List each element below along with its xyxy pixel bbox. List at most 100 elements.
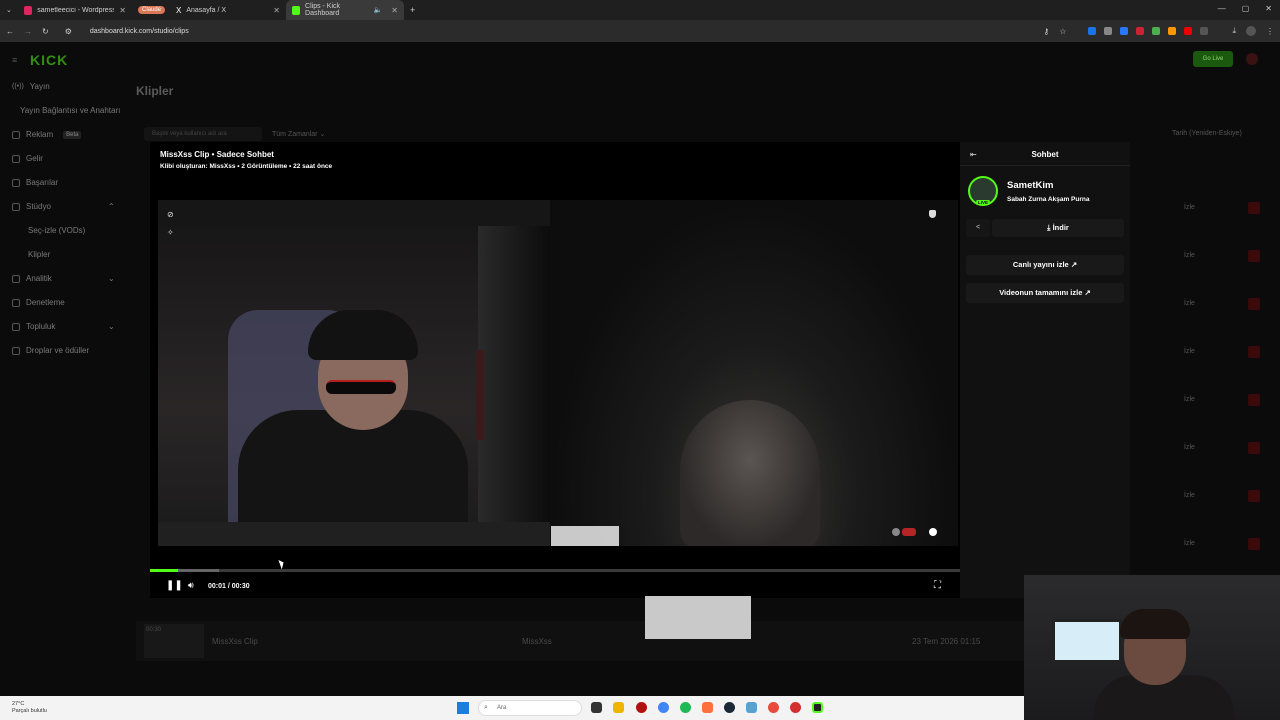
download-icon[interactable]: ⤓ (1232, 26, 1236, 36)
app-icon[interactable] (702, 702, 713, 713)
time-filter-dropdown[interactable]: Tüm Zamanlar ⌄ (272, 130, 325, 138)
reload-icon[interactable]: ↻ (42, 27, 49, 36)
puzzle-icon[interactable] (1200, 27, 1209, 35)
extension-icon[interactable] (1168, 27, 1177, 35)
delete-row-button[interactable] (1248, 394, 1260, 406)
back-icon[interactable]: ← (6, 27, 14, 36)
watch-row-button[interactable]: İzle (1184, 396, 1195, 403)
sidebar-item-stream[interactable]: ((•)) Yayın (12, 82, 50, 91)
sidebar-item-revenue[interactable]: Gelir (12, 154, 43, 163)
steam-icon[interactable] (724, 702, 735, 713)
app-icon[interactable] (636, 702, 647, 713)
sidebar-item-analytics[interactable]: Analitik ⌄ (12, 274, 115, 283)
weather-widget[interactable]: 27°C Parçalı bulutlu (12, 701, 47, 715)
menu-dots-icon[interactable]: ⋮ (1266, 27, 1274, 36)
chrome-icon[interactable] (658, 702, 669, 713)
tab-wordpress[interactable]: sametleecici - Wordpress Uzmanı ✕ (18, 0, 132, 20)
app-icon[interactable] (790, 702, 801, 713)
close-icon[interactable]: ✕ (119, 6, 126, 15)
url-field[interactable]: dashboard.kick.com/studio/clips (90, 28, 189, 35)
filter-label: Tüm Zamanlar (272, 131, 318, 138)
share-button[interactable]: < (966, 219, 990, 237)
watch-row-button[interactable]: İzle (1184, 348, 1195, 355)
clips-search-input[interactable]: Başlık veya kullanıcı adı ara (144, 127, 262, 141)
sidebar-item-label: Yayın (29, 82, 50, 91)
watch-row-button[interactable]: İzle (1184, 204, 1195, 211)
magic-wand-icon[interactable]: ✧ (167, 228, 174, 237)
settings-icon[interactable] (746, 702, 757, 713)
sidebar-item-clips[interactable]: Klipler (28, 250, 50, 259)
hamburger-icon[interactable]: ≡ (12, 55, 17, 65)
go-live-button[interactable]: Go Live (1193, 51, 1233, 67)
sidebar-item-achievements[interactable]: Başarılar (12, 178, 58, 187)
close-icon[interactable]: ✕ (391, 6, 398, 15)
watch-row-button[interactable]: İzle (1184, 252, 1195, 259)
tab-kick-clips[interactable]: Clips - Kick Dashboard 🔈 ✕ (286, 0, 404, 20)
tab-x[interactable]: X Anasayfa / X ✕ (170, 0, 286, 20)
delete-row-button[interactable] (1248, 490, 1260, 502)
sidebar-item-studio[interactable]: Stüdyo ⌃ (12, 202, 115, 211)
bookmark-star-icon[interactable]: ☆ (1059, 27, 1066, 36)
delete-row-button[interactable] (1248, 202, 1260, 214)
file-explorer-icon[interactable] (613, 702, 624, 713)
share-icon: < (975, 224, 981, 231)
download-button[interactable]: ⤓ İndir (992, 219, 1124, 237)
fullscreen-icon[interactable]: ⛶ (934, 580, 941, 591)
watch-full-video-button[interactable]: Videonun tamamını izle ↗ (966, 283, 1124, 303)
taskbar-search-input[interactable]: Ara (478, 700, 582, 716)
watch-row-button[interactable]: İzle (1184, 492, 1195, 499)
sidebar: ≡ KICK ((•)) Yayın Yayın Bağlantısı ve An… (0, 42, 136, 696)
new-tab-button[interactable]: + (404, 0, 421, 20)
delete-row-button[interactable] (1248, 346, 1260, 358)
watch-live-button[interactable]: Canlı yayını izle ↗ (966, 255, 1124, 275)
volume-icon[interactable]: 🔊︎ (188, 580, 194, 591)
extension-icon[interactable] (1152, 27, 1161, 35)
extension-icon[interactable] (1120, 27, 1129, 35)
password-key-icon[interactable]: ⚷ (1043, 27, 1049, 36)
extension-icon[interactable] (1136, 27, 1145, 35)
sidebar-item-ads[interactable]: Reklam Beta (12, 130, 82, 139)
delete-row-button[interactable] (1248, 442, 1260, 454)
maximize-icon[interactable]: ▢ (1242, 4, 1250, 13)
weather-text: Parçalı bulutlu (12, 708, 47, 714)
sidebar-item-stream-key[interactable]: Yayın Bağlantısı ve Anahtarı (20, 106, 120, 115)
youtube-extension-icon[interactable] (1184, 27, 1193, 35)
watch-row-button[interactable]: İzle (1184, 444, 1195, 451)
forward-icon[interactable]: → (24, 27, 32, 36)
sort-dropdown[interactable]: Tarih (Yeniden-Eskiye) (1172, 130, 1242, 137)
disable-icon[interactable]: ⊘ (167, 210, 174, 219)
minimize-icon[interactable]: — (1218, 4, 1226, 13)
delete-row-button[interactable] (1248, 298, 1260, 310)
streamer-name[interactable]: SametKim (1007, 180, 1053, 191)
tab-group-label[interactable]: Claude (138, 6, 166, 14)
delete-row-button[interactable] (1248, 538, 1260, 550)
pause-button[interactable]: ❚❚ (166, 580, 183, 591)
task-view-icon[interactable] (591, 702, 602, 713)
kick-app-icon[interactable] (812, 702, 823, 713)
profile-avatar[interactable] (1246, 26, 1256, 36)
close-icon[interactable]: ✕ (273, 6, 280, 15)
sidebar-item-drops[interactable]: Droplar ve ödüller (12, 346, 89, 355)
sidebar-item-community[interactable]: Topluluk ⌄ (12, 322, 115, 331)
tab-claude[interactable]: Claude (132, 0, 170, 20)
table-row[interactable]: 00:30 MissXss Clip MissXss 23 Tem 2026 0… (136, 621, 1024, 661)
windows-start-icon[interactable] (457, 702, 469, 714)
extension-icon[interactable] (1088, 27, 1097, 35)
site-info-icon[interactable]: ⚙ (65, 27, 72, 36)
video-player[interactable]: ⊘ ✧ (158, 200, 958, 546)
tab-list-button[interactable]: ⌄ (0, 0, 18, 20)
sidebar-item-moderation[interactable]: Denetleme (12, 298, 65, 307)
delete-row-button[interactable] (1248, 250, 1260, 262)
avatar[interactable] (1246, 53, 1258, 65)
spotify-icon[interactable] (680, 702, 691, 713)
watch-row-button[interactable]: İzle (1184, 300, 1195, 307)
app-icon[interactable] (768, 702, 779, 713)
extension-icon[interactable] (1104, 27, 1113, 35)
close-window-icon[interactable]: ✕ (1265, 4, 1272, 13)
video-progress-bar[interactable] (150, 569, 960, 572)
watch-row-button[interactable]: İzle (1184, 540, 1195, 547)
sidebar-item-vods[interactable]: Seç-izle (VODs) (28, 226, 85, 235)
kick-logo[interactable]: KICK (30, 52, 68, 68)
shield-icon[interactable] (929, 210, 936, 218)
speaker-icon[interactable]: 🔈 (374, 6, 383, 14)
